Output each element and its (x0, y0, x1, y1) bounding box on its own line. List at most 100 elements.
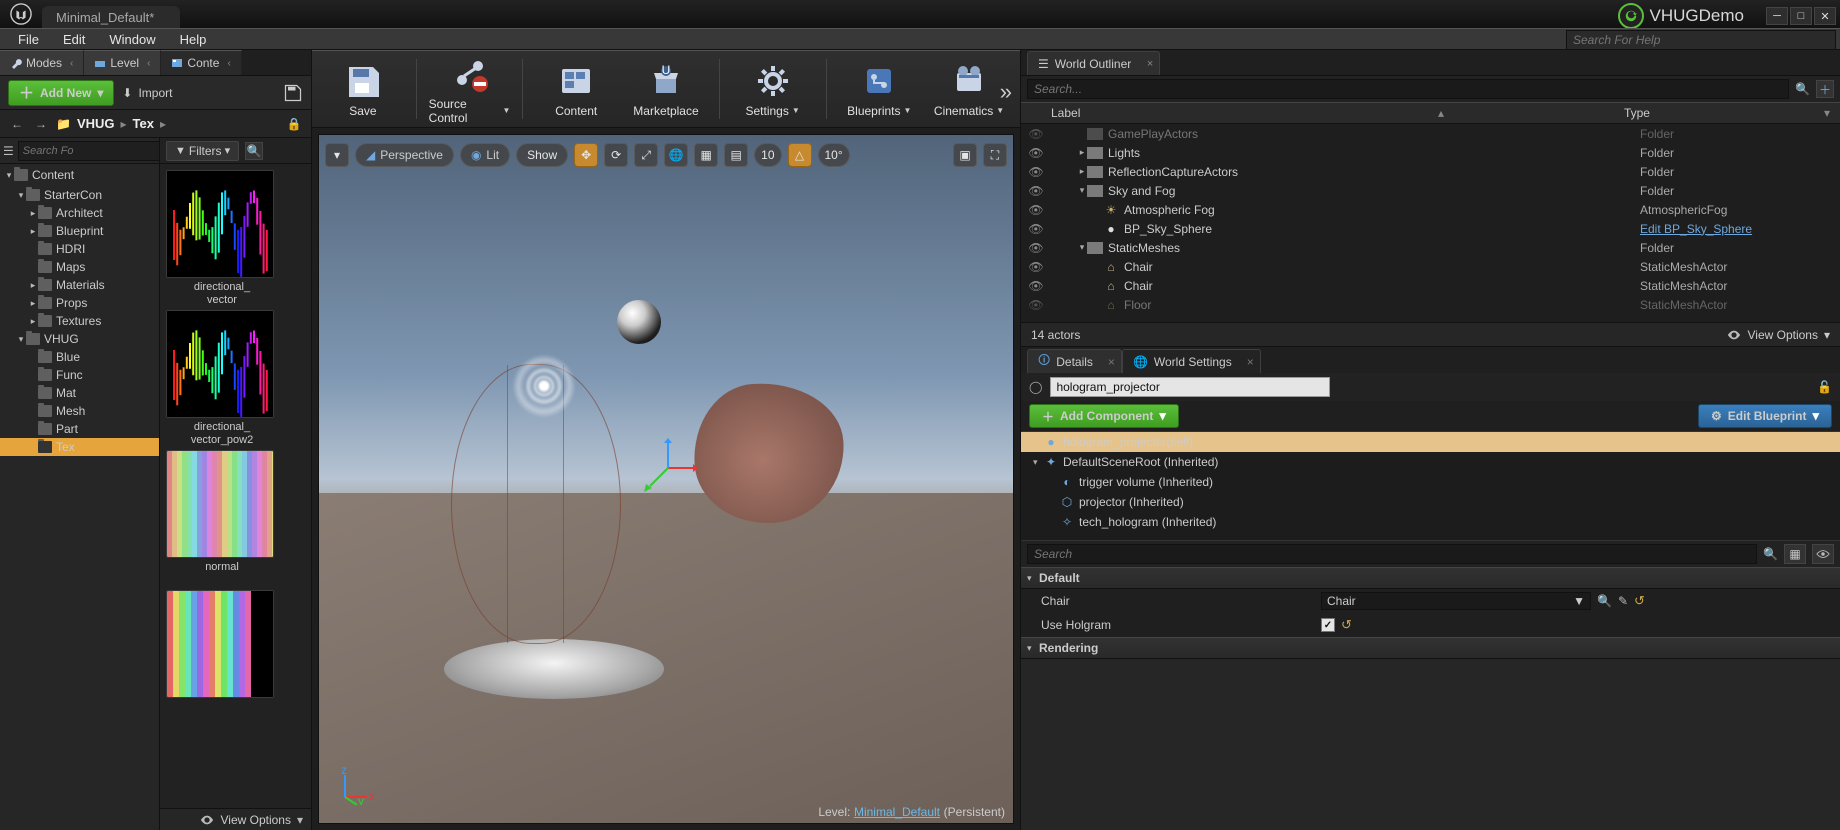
visibility-toggle[interactable]: 👁 (1027, 203, 1045, 217)
tree-node[interactable]: Mesh (0, 402, 159, 420)
lit-button[interactable]: ◉Lit (460, 143, 510, 167)
path-lock-button[interactable]: 🔒 (285, 115, 303, 133)
menu-help[interactable]: Help (168, 29, 219, 50)
add-new-button[interactable]: ＋Add New ▾ (8, 80, 114, 106)
tab-world-outliner[interactable]: ☰World Outliner× (1027, 51, 1160, 75)
window-minimize-button[interactable]: ─ (1766, 7, 1788, 25)
menu-window[interactable]: Window (97, 29, 167, 50)
search-assets-button[interactable]: 🔍 (245, 142, 263, 160)
add-actor-button[interactable]: ＋ (1816, 80, 1834, 98)
surface-snap-button[interactable]: ▦ (694, 143, 718, 167)
grid-snap-value[interactable]: 10 (754, 143, 781, 167)
perspective-button[interactable]: ◢Perspective (355, 143, 454, 167)
property-group-header[interactable]: ▾Default (1021, 567, 1840, 589)
reset-to-default-button[interactable]: ↺ (1341, 617, 1352, 633)
level-link[interactable]: Minimal_Default (854, 805, 940, 819)
tab-world-settings[interactable]: 🌐World Settings× (1122, 349, 1261, 373)
outliner-row[interactable]: 👁▸ReflectionCaptureActorsFolder (1021, 162, 1840, 181)
component-row[interactable]: ✧tech_hologram (Inherited) (1021, 512, 1840, 532)
property-visibility-button[interactable] (1812, 544, 1834, 564)
close-tab-button[interactable]: × (1108, 355, 1115, 369)
close-tab-button[interactable]: × (1147, 58, 1153, 70)
actor-name-input[interactable] (1050, 377, 1330, 397)
tree-node[interactable]: ▾VHUG (0, 330, 159, 348)
component-row[interactable]: ●hologram_projector(self) (1021, 432, 1840, 452)
tab-level[interactable]: Level‹ (84, 50, 161, 75)
window-maximize-button[interactable]: □ (1790, 7, 1812, 25)
outliner-row[interactable]: 👁⌂ChairStaticMeshActor (1021, 276, 1840, 295)
tree-node[interactable]: ▸Blueprint (0, 222, 159, 240)
component-row[interactable]: ⬡projector (Inherited) (1021, 492, 1840, 512)
breadcrumb-segment[interactable]: VHUG (77, 116, 115, 131)
viewport-options-button[interactable]: ▾ (325, 143, 349, 167)
filters-button[interactable]: ▼ Filters ▾ (166, 141, 239, 161)
asset-item[interactable]: directional_vector (166, 170, 278, 306)
tree-node[interactable]: HDRI (0, 240, 159, 258)
component-row[interactable]: ▾✦DefaultSceneRoot (Inherited) (1021, 452, 1840, 472)
tree-node[interactable]: Tex (0, 438, 159, 456)
outliner-row[interactable]: 👁GamePlayActorsFolder (1021, 124, 1840, 143)
lock-icon[interactable]: 🔓 (1817, 380, 1832, 394)
toolbar-save-button[interactable]: Save (322, 54, 404, 124)
cb-view-options[interactable]: View Options ▾ (160, 808, 311, 830)
source-control-badge[interactable]: VHUGDemo (1616, 2, 1752, 30)
search-asset-button[interactable]: 🔍 (1597, 594, 1612, 608)
tree-node[interactable]: Blue (0, 348, 159, 366)
source-search-input[interactable] (18, 141, 160, 161)
coordinate-space-button[interactable]: 🌐 (664, 143, 688, 167)
toolbar-content-button[interactable]: Content (535, 54, 617, 124)
toolbar-settings-button[interactable]: Settings ▼ (732, 54, 814, 124)
save-all-button[interactable] (283, 83, 303, 103)
tree-node[interactable]: Mat (0, 384, 159, 402)
tree-node[interactable]: ▾Content (0, 164, 159, 186)
tab-modes[interactable]: Modes‹ (0, 50, 84, 75)
component-row[interactable]: ◐trigger volume (Inherited) (1021, 472, 1840, 492)
show-button[interactable]: Show (516, 143, 568, 167)
camera-speed-button[interactable]: ▣ (953, 143, 977, 167)
outliner-header[interactable]: Label ▴ Type ▾ (1021, 102, 1840, 124)
sources-toggle-button[interactable]: ☰ (3, 144, 14, 158)
asset-item[interactable]: normal (166, 450, 278, 586)
tree-node[interactable]: Maps (0, 258, 159, 276)
tree-node[interactable]: Part (0, 420, 159, 438)
nav-forward-button[interactable]: → (32, 115, 50, 133)
use-selected-button[interactable]: ✎ (1618, 594, 1628, 608)
visibility-toggle[interactable]: 👁 (1027, 127, 1045, 141)
visibility-toggle[interactable]: 👁 (1027, 298, 1045, 312)
tree-node[interactable]: ▸Architect (0, 204, 159, 222)
level-viewport[interactable]: x z y ▾ ◢Perspective ◉Lit Show ✥ ⟳ ⤢ 🌐 ▦… (318, 134, 1014, 824)
transform-mode-rotate[interactable]: ⟳ (604, 143, 628, 167)
close-tab-button[interactable]: × (1247, 355, 1254, 369)
folder-tree[interactable]: ▾Content▾StarterCon▸Architect▸BlueprintH… (0, 164, 159, 830)
visibility-toggle[interactable]: 👁 (1027, 241, 1045, 255)
reset-to-default-button[interactable]: ↺ (1634, 593, 1645, 609)
toolbar-overflow-button[interactable]: » (1000, 79, 1012, 105)
angle-snap-button[interactable]: △ (788, 143, 812, 167)
outliner-row[interactable]: 👁▸LightsFolder (1021, 143, 1840, 162)
outliner-row[interactable]: 👁⌂FloorStaticMeshActor (1021, 295, 1840, 314)
asset-item[interactable]: directional_vector_pow2 (166, 310, 278, 446)
tab-details[interactable]: 🛈Details× (1027, 349, 1122, 373)
menu-file[interactable]: File (6, 29, 51, 50)
help-search-input[interactable] (1566, 30, 1836, 50)
outliner-tree[interactable]: 👁GamePlayActorsFolder👁▸LightsFolder👁▸Ref… (1021, 124, 1840, 322)
outliner-row[interactable]: 👁☀Atmospheric FogAtmosphericFog (1021, 200, 1840, 219)
grid-snap-button[interactable]: ▤ (724, 143, 748, 167)
component-list[interactable]: ●hologram_projector(self)▾✦DefaultSceneR… (1021, 431, 1840, 541)
transform-gizmo[interactable] (638, 438, 698, 498)
tree-node[interactable]: ▸Props (0, 294, 159, 312)
property-matrix-button[interactable]: ▦ (1784, 544, 1806, 564)
tab-content-browser[interactable]: Conte‹ (161, 50, 241, 75)
visibility-toggle[interactable]: 👁 (1027, 165, 1045, 179)
toolbar-sourcecontrol-button[interactable]: Source Control ▼ (429, 54, 511, 124)
breadcrumb-segment[interactable]: Tex (133, 116, 154, 131)
visibility-toggle[interactable]: 👁 (1027, 260, 1045, 274)
outliner-row[interactable]: 👁▾StaticMeshesFolder (1021, 238, 1840, 257)
outliner-row[interactable]: 👁▾Sky and FogFolder (1021, 181, 1840, 200)
outliner-row[interactable]: 👁⌂ChairStaticMeshActor (1021, 257, 1840, 276)
outliner-view-options[interactable]: View Options ▾ (1727, 328, 1830, 342)
maximize-viewport-button[interactable]: ⛶ (983, 143, 1007, 167)
toolbar-blueprints-button[interactable]: Blueprints ▼ (838, 54, 920, 124)
visibility-toggle[interactable]: 👁 (1027, 146, 1045, 160)
asset-item[interactable] (166, 590, 278, 726)
